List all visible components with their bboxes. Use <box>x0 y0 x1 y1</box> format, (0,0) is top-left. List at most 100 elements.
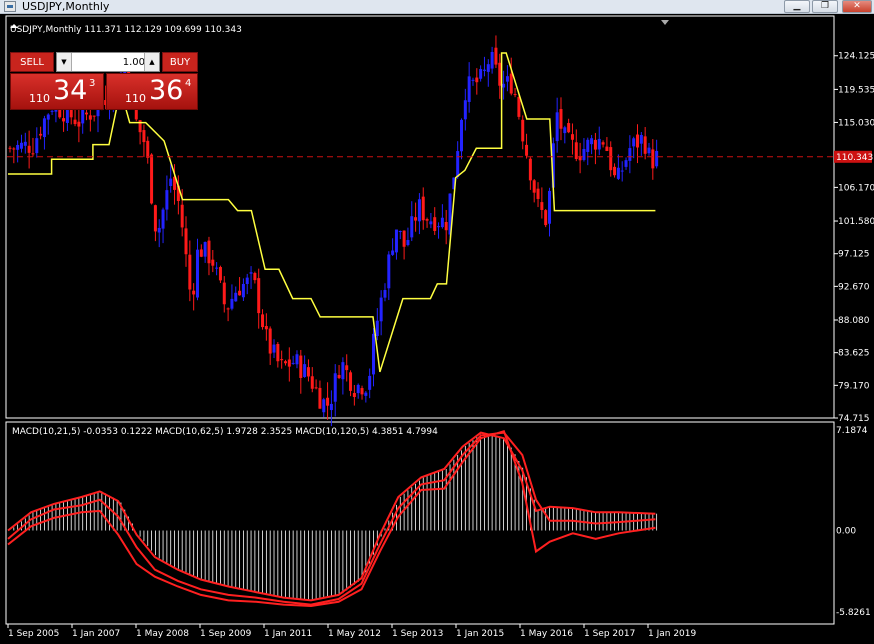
maximize-button[interactable]: ❐ <box>812 0 838 13</box>
price-tick-label: 115.030 <box>838 118 874 128</box>
candle-body <box>31 153 35 155</box>
price-tick-label: 124.125 <box>838 52 874 62</box>
candle-body <box>482 69 486 71</box>
minimize-button[interactable]: ▁ <box>784 0 810 13</box>
candle-body <box>597 138 601 150</box>
symbol-info-line: USDJPY,Monthly 111.371 112.129 109.699 1… <box>10 25 242 35</box>
time-tick-label: 1 Sep 2013 <box>392 629 443 639</box>
candle-body <box>414 217 418 221</box>
candle-body <box>85 112 89 115</box>
candle-body <box>555 112 559 142</box>
lot-increase-icon[interactable]: ▲ <box>144 53 159 71</box>
candle-body <box>563 127 567 134</box>
candle-body <box>387 254 391 289</box>
chart-window-icon <box>4 1 16 12</box>
price-tick-label: 106.170 <box>838 183 874 193</box>
candle-body <box>425 219 429 221</box>
candle-body <box>39 133 43 136</box>
candle-body <box>314 387 318 389</box>
candle-body <box>77 121 81 127</box>
candle-body <box>559 109 563 129</box>
candle-body <box>165 190 169 210</box>
sell-button[interactable]: SELL <box>10 52 54 72</box>
sell-price-superscript: 3 <box>89 78 96 89</box>
candle-body <box>356 384 360 394</box>
candle-body <box>544 210 548 226</box>
time-tick-label: 1 Jan 2019 <box>648 629 696 639</box>
candle-body <box>211 259 215 266</box>
candle-body <box>582 148 586 160</box>
candle-body <box>23 141 27 146</box>
candle-body <box>440 217 444 228</box>
candle-body <box>509 73 513 94</box>
price-tick-label: 92.670 <box>838 282 870 292</box>
candle-body <box>19 142 23 149</box>
candle-body <box>16 144 20 150</box>
time-tick-label: 1 Sep 2009 <box>200 629 252 639</box>
candle-body <box>215 267 219 269</box>
candle-body <box>329 403 333 411</box>
candle-body <box>249 272 253 274</box>
one-click-trading-panel: SELL ▼ ▲ BUY 110 34 3 110 36 4 <box>10 52 198 110</box>
candle-body <box>486 64 490 72</box>
candle-body <box>261 314 265 328</box>
current-price-label: 110.343 <box>836 153 873 163</box>
candle-body <box>218 267 222 281</box>
lot-size-input[interactable] <box>73 54 147 70</box>
buy-button[interactable]: BUY <box>162 52 198 72</box>
time-tick-label: 1 May 2012 <box>328 629 381 639</box>
candle-body <box>528 158 532 181</box>
candle-body <box>402 230 406 247</box>
candle-body <box>287 359 291 367</box>
candle-body <box>303 364 307 377</box>
candle-body <box>398 231 402 233</box>
chart-shift-marker-icon[interactable] <box>661 20 669 25</box>
time-tick-label: 1 Jan 2011 <box>264 629 312 639</box>
macd-tick-label: -5.8261 <box>836 608 871 618</box>
candle-body <box>444 222 448 231</box>
candle-body <box>643 136 647 154</box>
candle-body <box>628 148 632 161</box>
candle-body <box>349 372 353 391</box>
candle-body <box>391 250 395 255</box>
price-tick-label: 88.080 <box>838 316 870 326</box>
candle-body <box>283 361 287 364</box>
time-tick-label: 1 Jan 2015 <box>456 629 504 639</box>
candle-body <box>195 249 199 298</box>
price-tick-label: 74.715 <box>838 414 870 424</box>
candle-body <box>394 229 398 253</box>
candle-body <box>12 148 16 150</box>
candle-body <box>280 359 284 361</box>
candle-body <box>536 188 540 199</box>
candle-body <box>479 69 483 79</box>
candle-body <box>42 118 46 138</box>
candle-body <box>548 190 552 224</box>
candle-body <box>513 94 517 96</box>
price-tick-label: 79.170 <box>838 381 870 391</box>
candle-body <box>410 216 414 238</box>
candle-body <box>502 83 506 88</box>
candle-body <box>142 130 146 143</box>
lot-decrease-icon[interactable]: ▼ <box>57 53 72 71</box>
candle-body <box>203 242 207 257</box>
buy-price-prefix: 110 <box>125 92 146 105</box>
candle-body <box>62 118 66 122</box>
time-axis: 1 Sep 2005 1 Jan 2007 1 May 2008 1 Sep 2009… <box>7 624 696 639</box>
candle-body <box>364 392 368 396</box>
sell-price-big: 34 <box>53 75 88 106</box>
time-tick-label: 1 May 2016 <box>520 629 573 639</box>
candle-body <box>88 115 92 120</box>
buy-price-button[interactable]: 110 36 4 <box>106 73 198 110</box>
candle-body <box>306 367 310 377</box>
candle-body <box>222 282 226 305</box>
close-button[interactable]: ✕ <box>842 0 872 13</box>
candle-body <box>46 114 50 120</box>
macd-tick-label: 0.00 <box>836 527 856 537</box>
candle-body <box>192 290 196 295</box>
lot-size-stepper: ▼ ▲ <box>56 52 160 72</box>
time-tick-label: 1 Sep 2017 <box>584 629 635 639</box>
candle-body <box>521 119 525 142</box>
candle-body <box>322 399 326 413</box>
chart-area[interactable]: USDJPY,Monthly 111.371 112.129 109.699 1… <box>0 14 874 644</box>
sell-price-button[interactable]: 110 34 3 <box>10 73 104 110</box>
